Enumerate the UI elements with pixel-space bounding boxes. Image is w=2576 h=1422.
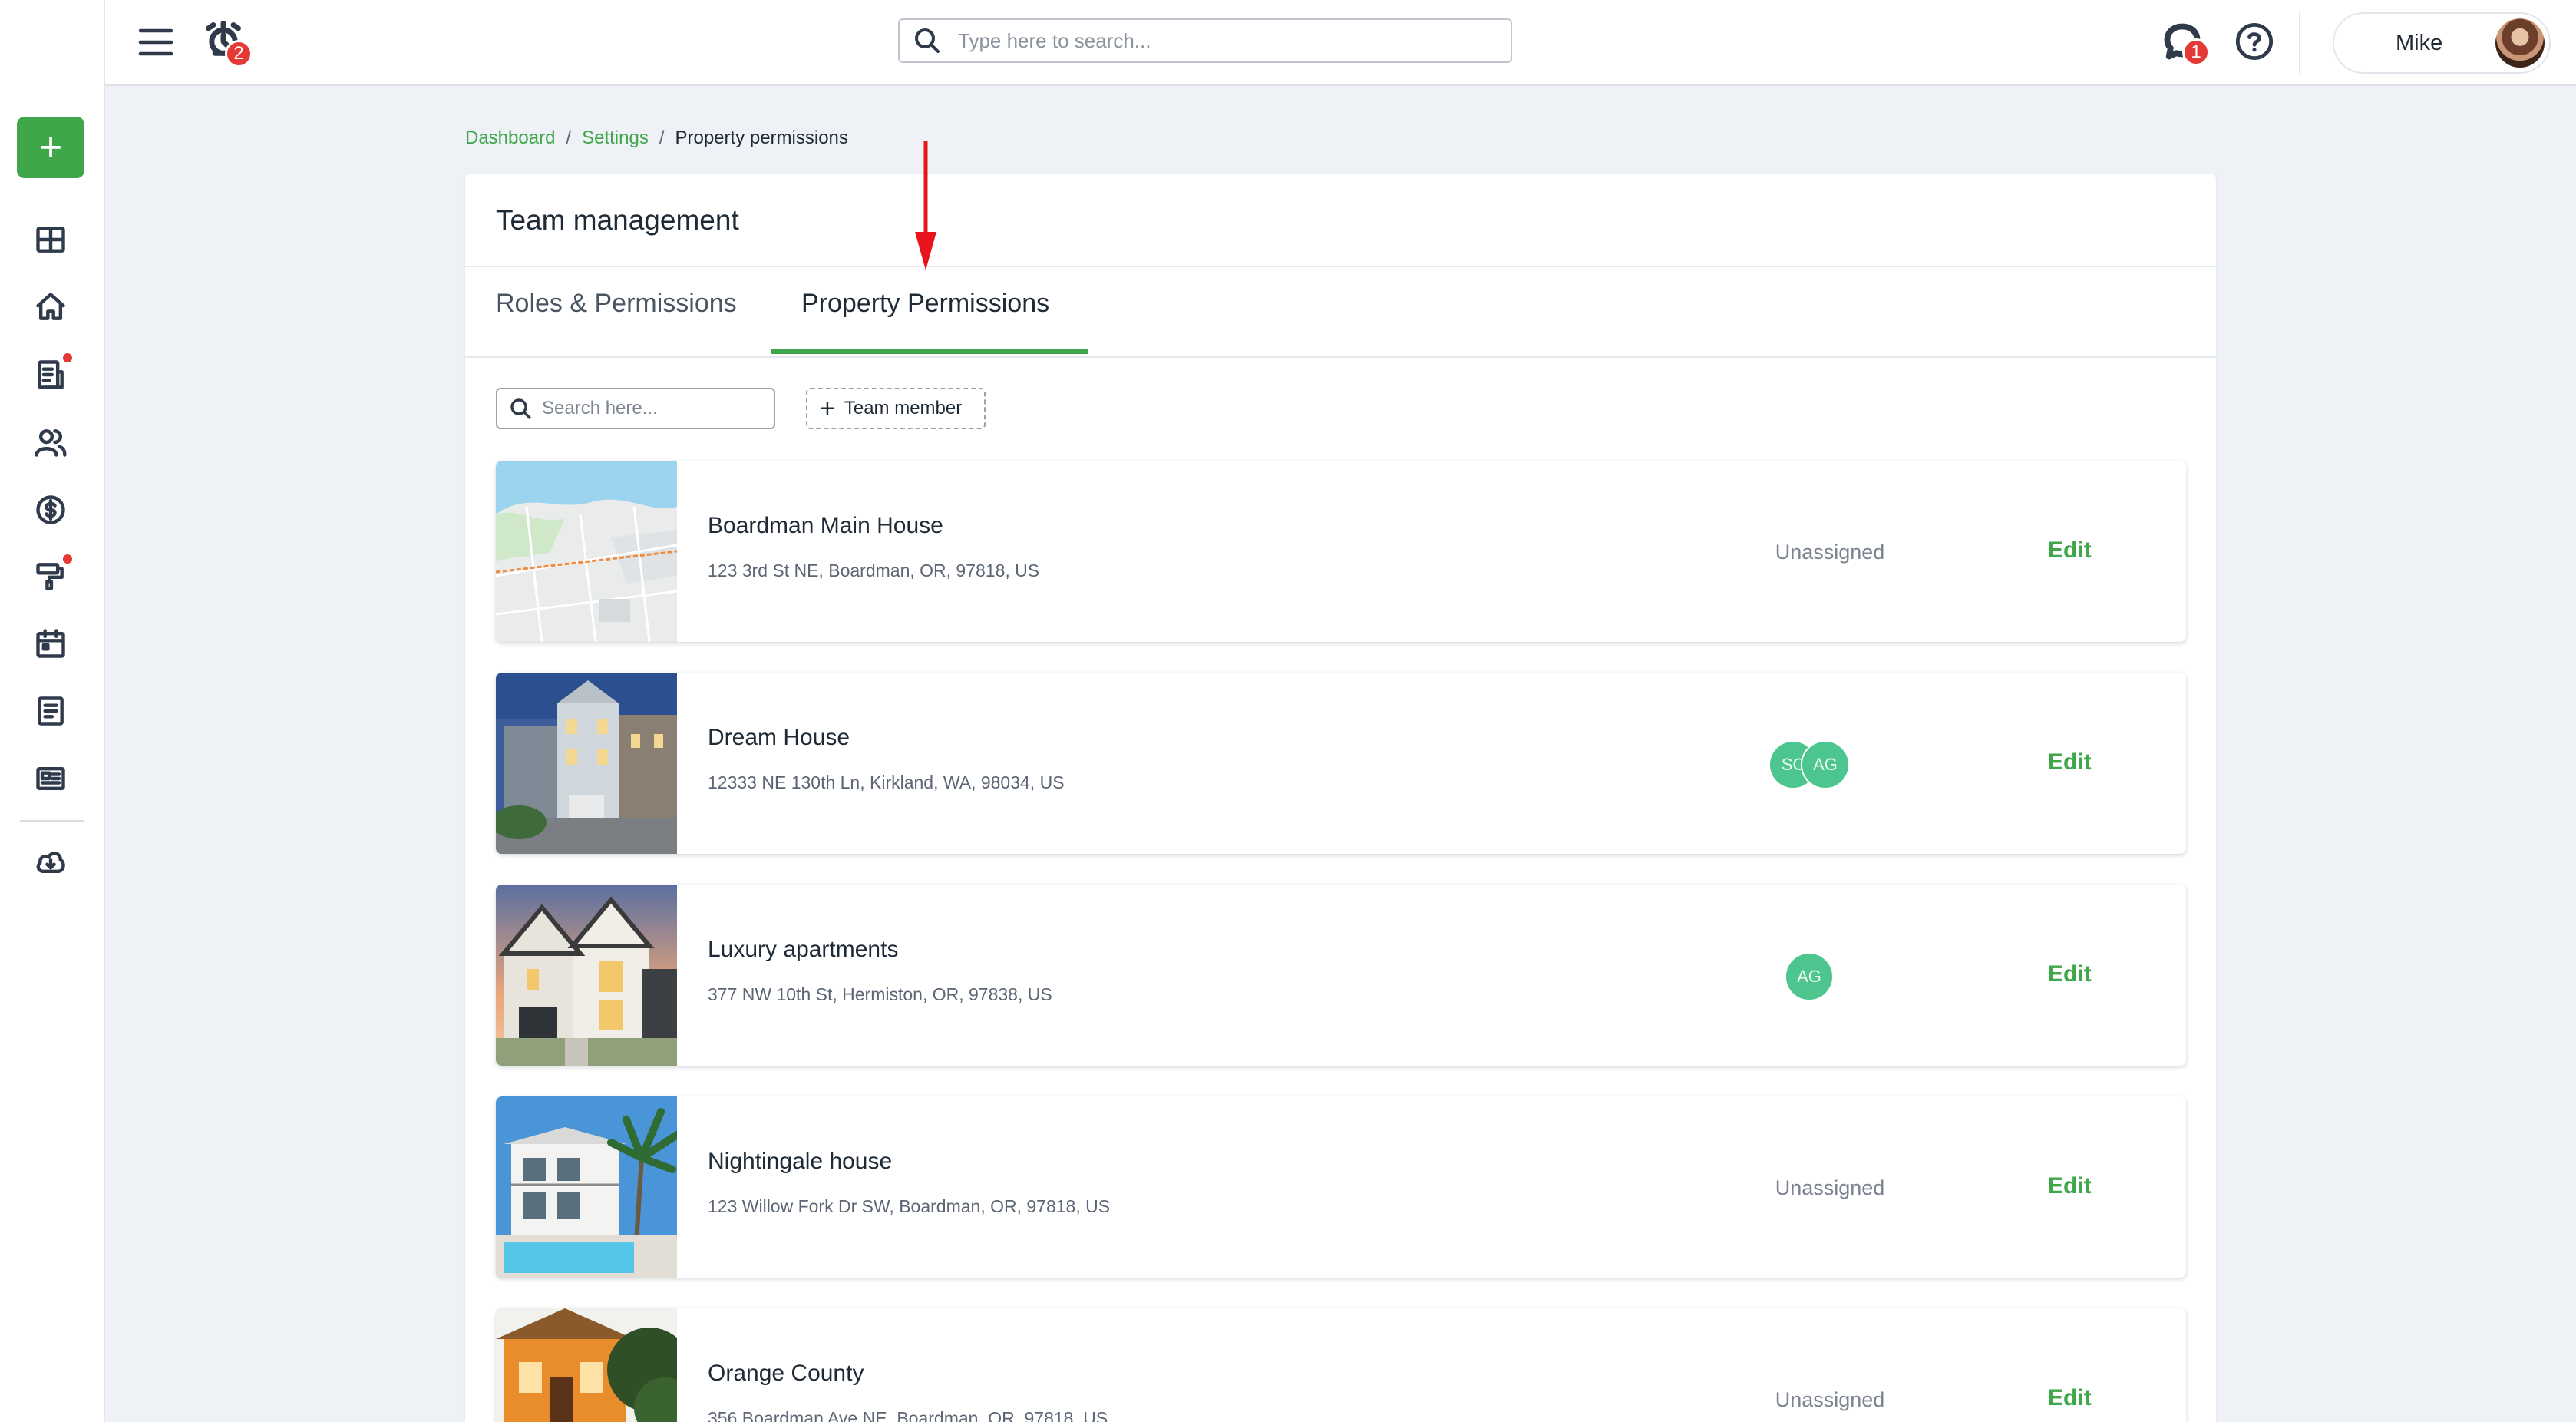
team-management-card: Team management Roles & Permissions Prop… [465, 174, 2216, 1422]
sidebar: + [0, 0, 105, 1422]
search-icon [912, 25, 943, 56]
sidebar-divider [20, 820, 84, 822]
breadcrumb-dashboard[interactable]: Dashboard [465, 127, 555, 149]
calendar-icon[interactable] [31, 623, 71, 663]
messages-badge: 1 [2182, 38, 2210, 66]
plus-icon: + [820, 394, 835, 423]
help-icon[interactable] [2234, 21, 2274, 61]
user-menu[interactable]: Mike [2333, 12, 2551, 74]
breadcrumb-separator: / [659, 127, 665, 148]
top-bar: 2 1 Mike [105, 0, 2576, 86]
property-row[interactable]: Dream House 12333 NE 130th Ln, Kirkland,… [496, 673, 2186, 854]
search-icon [508, 396, 533, 421]
property-row[interactable]: Boardman Main House 123 3rd St NE, Board… [496, 461, 2186, 642]
global-search[interactable] [898, 18, 1512, 63]
assignment-status: Unassigned [1775, 1388, 1885, 1411]
breadcrumb-separator: / [566, 127, 572, 148]
property-address: 12333 NE 130th Ln, Kirkland, WA, 98034, … [708, 772, 1065, 792]
property-row[interactable]: Orange County 356 Boardman Ave NE, Board… [496, 1308, 2186, 1422]
property-address: 356 Boardman Ave NE, Boardman, OR, 97818… [708, 1408, 1108, 1422]
notification-dot [63, 554, 72, 564]
property-name: Luxury apartments [708, 937, 899, 962]
global-search-input[interactable] [958, 28, 1480, 53]
property-name: Nightingale house [708, 1149, 893, 1174]
edit-button[interactable]: Edit [2048, 537, 2092, 564]
edit-button[interactable]: Edit [2048, 1173, 2092, 1199]
assignment-status: Unassigned [1775, 541, 1885, 564]
id-card-icon[interactable] [31, 759, 71, 799]
alerts-badge: 2 [225, 40, 253, 68]
assigned-members: SC AG [1769, 740, 1853, 789]
property-photo [496, 673, 677, 854]
property-row[interactable]: Luxury apartments 377 NW 10th St, Hermis… [496, 885, 2186, 1066]
property-address: 123 Willow Fork Dr SW, Boardman, OR, 978… [708, 1196, 1111, 1216]
user-name: Mike [2396, 31, 2443, 55]
team-member-label: Team member [844, 398, 963, 418]
member-avatar[interactable]: AG [1801, 740, 1850, 789]
property-row[interactable]: Nightingale house 123 Willow Fork Dr SW,… [496, 1096, 2186, 1278]
property-name: Orange County [708, 1361, 864, 1386]
breadcrumb-current: Property permissions [675, 127, 848, 148]
alarm-icon[interactable]: 2 [203, 20, 253, 68]
property-photo [496, 1308, 677, 1422]
annotation-arrow [915, 141, 936, 270]
breadcrumb: Dashboard / Settings / Property permissi… [465, 127, 848, 149]
property-map-thumbnail [496, 461, 677, 642]
property-address: 377 NW 10th St, Hermiston, OR, 97838, US [708, 984, 1052, 1004]
breadcrumb-settings[interactable]: Settings [582, 127, 649, 149]
property-search[interactable] [496, 388, 775, 429]
property-photo [496, 885, 677, 1066]
add-new-button[interactable]: + [17, 117, 84, 178]
divider [465, 266, 2216, 267]
divider [465, 356, 2216, 358]
notification-dot [63, 353, 72, 362]
page-title: Team management [496, 204, 739, 236]
property-name: Dream House [708, 725, 850, 750]
property-address: 123 3rd St NE, Boardman, OR, 97818, US [708, 561, 1040, 580]
avatar [2495, 18, 2545, 68]
people-icon[interactable] [31, 422, 71, 462]
member-avatar[interactable]: AG [1785, 952, 1834, 1001]
dollar-icon[interactable] [31, 490, 71, 530]
notes-icon[interactable] [31, 691, 71, 731]
add-team-member-button[interactable]: + Team member [806, 388, 986, 429]
messages-icon[interactable]: 1 [2162, 21, 2210, 66]
tab-roles-permissions[interactable]: Roles & Permissions [496, 289, 737, 319]
active-tab-indicator [771, 349, 1088, 354]
property-search-input[interactable] [542, 398, 765, 419]
edit-button[interactable]: Edit [2048, 1385, 2092, 1411]
dashboard-icon[interactable] [31, 220, 71, 260]
tab-property-permissions[interactable]: Property Permissions [801, 289, 1049, 319]
hamburger-menu-icon[interactable] [137, 23, 174, 61]
edit-button[interactable]: Edit [2048, 961, 2092, 987]
cloud-download-icon[interactable] [31, 842, 71, 881]
assignment-status: Unassigned [1775, 1176, 1885, 1199]
topbar-divider [2299, 12, 2300, 74]
assigned-members: AG [1785, 952, 1834, 1001]
property-photo [496, 1096, 677, 1278]
property-name: Boardman Main House [708, 513, 943, 538]
home-icon[interactable] [31, 287, 71, 327]
edit-button[interactable]: Edit [2048, 749, 2092, 775]
